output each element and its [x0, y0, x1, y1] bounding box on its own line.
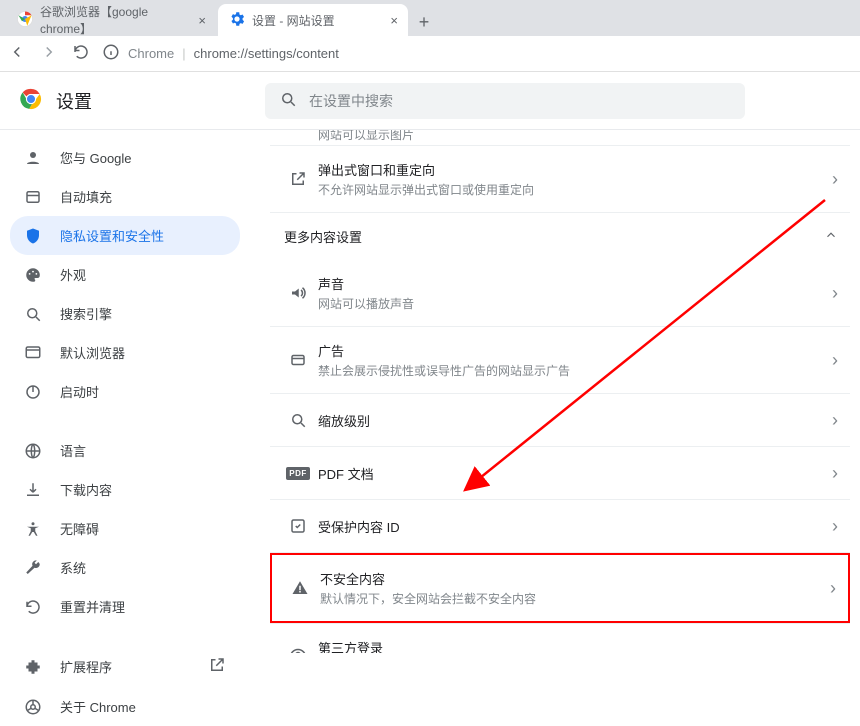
back-icon[interactable] — [8, 43, 26, 64]
sidebar-item-you-and-google[interactable]: 您与 Google — [10, 138, 240, 177]
row-insecure-content[interactable]: 不安全内容 默认情况下，安全网站会拦截不安全内容 › — [270, 553, 850, 623]
sidebar-item-downloads[interactable]: 下载内容 — [10, 470, 240, 509]
row-third-party-signin[interactable]: 第三方登录 网站可以显示来自身份服务的登录提示 › — [270, 624, 850, 653]
sidebar-item-appearance[interactable]: 外观 — [10, 255, 240, 294]
chevron-right-icon: › — [832, 516, 838, 537]
sidebar-item-privacy[interactable]: 隐私设置和安全性 — [10, 216, 240, 255]
gear-icon — [228, 10, 246, 31]
sidebar-item-label: 启动时 — [60, 382, 99, 401]
settings-search[interactable] — [265, 83, 745, 119]
sidebar-item-label: 自动填充 — [60, 187, 112, 206]
main-panel: 网站可以显示图片 弹出式窗口和重定向 不允许网站显示弹出式窗口或使用重定向 › … — [250, 130, 860, 653]
browser-icon — [24, 344, 42, 362]
person-icon — [24, 149, 42, 167]
chevron-right-icon: › — [832, 283, 838, 304]
volume-icon — [278, 284, 318, 302]
chevron-up-icon — [824, 228, 838, 245]
chevron-right-icon: › — [832, 463, 838, 484]
tab-strip: 谷歌浏览器【google chrome】 × 设置 - 网站设置 × + — [0, 0, 860, 36]
sidebar-item-accessibility[interactable]: 无障碍 — [10, 509, 240, 548]
sidebar-item-reset[interactable]: 重置并清理 — [10, 587, 240, 626]
chrome-logo-icon — [20, 88, 42, 113]
row-zoom[interactable]: 缩放级别 › — [270, 394, 850, 446]
sidebar-item-default-browser[interactable]: 默认浏览器 — [10, 333, 240, 372]
reset-icon — [24, 598, 42, 616]
sidebar-item-label: 隐私设置和安全性 — [60, 226, 164, 245]
autofill-icon — [24, 188, 42, 206]
sidebar-item-about[interactable]: 关于 Chrome — [10, 687, 240, 726]
accessibility-icon — [24, 520, 42, 538]
sidebar-item-languages[interactable]: 语言 — [10, 431, 240, 470]
addr-path: chrome://settings/content — [194, 46, 339, 61]
ads-icon — [278, 351, 318, 369]
search-icon — [279, 90, 297, 111]
addr-host: Chrome — [128, 46, 174, 61]
power-icon — [24, 383, 42, 401]
open-in-new-icon — [278, 170, 318, 188]
extension-icon — [24, 658, 42, 676]
cut-row-images: 网站可以显示图片 — [270, 130, 850, 146]
sidebar-item-search[interactable]: 搜索引擎 — [10, 294, 240, 333]
close-icon[interactable]: × — [198, 13, 206, 28]
account-icon — [278, 648, 318, 653]
page-title: 设置 — [56, 88, 92, 114]
protected-icon — [278, 517, 318, 535]
chevron-right-icon: › — [830, 578, 836, 599]
chevron-right-icon: › — [832, 647, 838, 654]
palette-icon — [24, 266, 42, 284]
wrench-icon — [24, 559, 42, 577]
warning-icon — [280, 579, 320, 597]
pdf-icon: PDF — [278, 467, 318, 480]
row-ads[interactable]: 广告 禁止会展示侵扰性或误导性广告的网站显示广告 › — [270, 327, 850, 393]
chrome-favicon — [16, 10, 34, 31]
tab-title: 谷歌浏览器【google chrome】 — [40, 3, 192, 37]
tab-inactive[interactable]: 谷歌浏览器【google chrome】 × — [6, 4, 216, 36]
row-pdf[interactable]: PDF PDF 文档 › — [270, 447, 850, 499]
sidebar-item-autofill[interactable]: 自动填充 — [10, 177, 240, 216]
search-input[interactable] — [309, 93, 731, 109]
site-info-icon[interactable] — [102, 43, 120, 64]
shield-icon — [24, 227, 42, 245]
search-icon — [24, 305, 42, 323]
sidebar-item-label: 默认浏览器 — [60, 343, 125, 362]
chevron-right-icon: › — [832, 350, 838, 371]
globe-icon — [24, 442, 42, 460]
sidebar-item-extensions[interactable]: 扩展程序 — [10, 646, 240, 687]
close-icon[interactable]: × — [390, 13, 398, 28]
row-protected-content[interactable]: 受保护内容 ID › — [270, 500, 850, 552]
sidebar-item-label: 外观 — [60, 265, 86, 284]
chrome-icon — [24, 698, 42, 716]
forward-icon[interactable] — [40, 43, 58, 64]
row-sound[interactable]: 声音 网站可以播放声音 › — [270, 260, 850, 326]
sidebar-item-label: 您与 Google — [60, 148, 132, 167]
new-tab-button[interactable]: + — [410, 8, 438, 36]
tab-title: 设置 - 网站设置 — [252, 12, 335, 29]
zoom-icon — [278, 411, 318, 429]
address-bar[interactable]: Chrome | chrome://settings/content — [102, 43, 339, 64]
sidebar: 您与 Google 自动填充 隐私设置和安全性 外观 搜索引擎 默认浏览器 启动… — [0, 130, 250, 653]
reload-icon[interactable] — [72, 43, 90, 64]
chevron-right-icon: › — [832, 169, 838, 190]
sidebar-item-system[interactable]: 系统 — [10, 548, 240, 587]
row-more-content[interactable]: 更多内容设置 — [270, 213, 850, 260]
sidebar-item-label: 搜索引擎 — [60, 304, 112, 323]
open-in-new-icon — [208, 656, 226, 677]
download-icon — [24, 481, 42, 499]
tab-active[interactable]: 设置 - 网站设置 × — [218, 4, 408, 36]
row-popups[interactable]: 弹出式窗口和重定向 不允许网站显示弹出式窗口或使用重定向 › — [270, 146, 850, 212]
chevron-right-icon: › — [832, 410, 838, 431]
browser-toolbar: Chrome | chrome://settings/content — [0, 36, 860, 72]
sidebar-item-startup[interactable]: 启动时 — [10, 372, 240, 411]
app-header: 设置 — [0, 72, 860, 130]
